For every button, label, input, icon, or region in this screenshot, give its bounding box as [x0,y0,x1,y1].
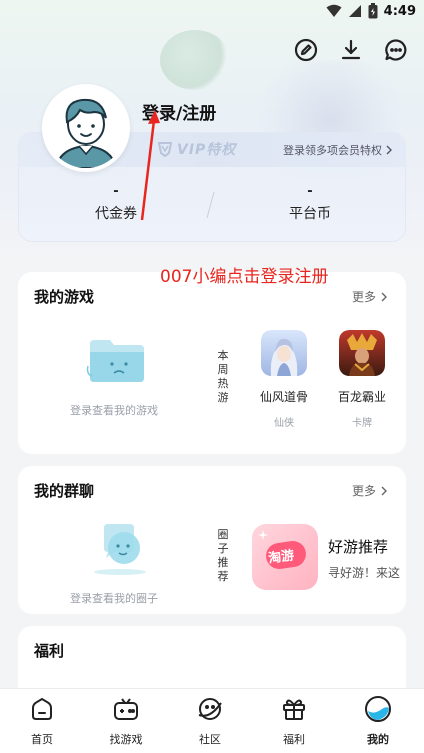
my-games-title: 我的游戏 [34,288,95,306]
chevron-right-icon [381,486,387,495]
platform-coin-value: - [307,184,313,199]
decor-blob [160,30,230,90]
profile-icon [365,696,391,722]
pencil-icon [294,38,318,62]
avatar[interactable] [42,84,130,172]
gamepad-icon [114,698,138,720]
more-label: 更多 [351,484,376,498]
my-games-card: 我的游戏 更多 登录查看我的游戏 本周热游 仙风道骨 仙侠 百龙霸业 卡牌 [18,272,406,454]
game-icon-xianfeng [261,330,307,376]
game-icon-bailong [339,330,385,376]
empty-folder-icon [86,340,144,382]
my-groups-more-link[interactable]: 更多 [352,482,388,499]
more-label: 更多 [351,290,376,304]
tab-label: 首页 [31,733,53,746]
recommended-circle[interactable]: 淘游 好游推荐 寻好游！来这 [250,524,406,590]
circle-desc: 寻好游！来这 [328,566,401,580]
tab-home[interactable]: 首页 [0,689,84,753]
signal-icon [348,5,361,17]
platform-coin-label: 平台币 [289,206,331,222]
voucher-value: - [113,184,119,199]
circle-logo-text: 淘游 [267,548,296,567]
login-register-link[interactable]: 登录/注册 [142,99,216,124]
chat-bubble-icon [385,39,407,61]
chevron-right-icon [386,145,392,155]
tab-community[interactable]: 社区 [168,689,252,753]
vip-privileges-link[interactable]: 登录领多项会员特权 [283,142,393,158]
voucher-stat[interactable]: - 代金券 [36,184,196,223]
vip-shield-icon [157,142,173,157]
clock-time: 4:49 [383,3,416,19]
bottom-tab-bar: 首页 找游戏 社区 福利 我的 [0,688,424,753]
download-icon [341,39,361,60]
vip-badge-text: VIP特权 [177,142,237,158]
tab-find-games[interactable]: 找游戏 [84,689,168,753]
voucher-label: 代金券 [95,206,137,222]
annotation-text: 007小编点击登录注册 [160,267,329,287]
tab-mine[interactable]: 我的 [336,689,420,753]
tab-label: 社区 [199,733,221,746]
my-groups-title: 我的群聊 [34,482,95,500]
status-icons: 4:49 [326,3,416,19]
empty-chat-icon [94,524,146,575]
game-tag: 仙侠 [274,418,294,429]
welfare-title: 福利 [34,642,65,660]
vip-badge: VIP特权 [157,139,236,159]
circle-title: 好游推荐 [328,538,389,556]
tab-label: 我的 [367,733,389,746]
circle-logo: 淘游 [252,524,318,590]
tab-welfare[interactable]: 福利 [252,689,336,753]
chevron-right-icon [381,292,387,301]
default-avatar-icon [46,88,126,168]
my-games-empty-text[interactable]: 登录查看我的游戏 [70,402,158,418]
planet-icon [198,698,222,720]
my-groups-empty-text[interactable]: 登录查看我的圈子 [70,590,158,606]
top-actions [294,38,408,62]
wifi-icon [326,4,342,17]
game-item[interactable]: 百龙霸业 卡牌 [332,330,392,429]
sparkle-icon [258,530,268,540]
download-button[interactable] [339,38,363,62]
vip-link-text: 登录领多项会员特权 [283,144,382,157]
game-name: 仙风道骨 [259,390,308,404]
game-name: 百龙霸业 [337,390,386,404]
status-bar: 4:49 [0,0,424,24]
gift-icon [283,699,305,720]
platform-coin-stat[interactable]: - 平台币 [230,184,390,223]
tab-label: 福利 [283,733,305,746]
message-button[interactable] [384,38,408,62]
tab-label: 找游戏 [109,733,143,746]
weekly-hot-label: 本周热游 [217,349,229,404]
my-groups-card: 我的群聊 更多 登录查看我的圈子 圈子推荐 淘游 好游推荐 寻好游！来这 [18,466,406,614]
circle-recommend-label: 圈子推荐 [217,528,229,583]
my-games-more-link[interactable]: 更多 [352,288,388,305]
battery-icon [368,3,378,19]
game-tag: 卡牌 [352,418,372,429]
game-item[interactable]: 仙风道骨 仙侠 [254,330,314,429]
edit-button[interactable] [294,38,318,62]
home-icon [32,697,52,720]
